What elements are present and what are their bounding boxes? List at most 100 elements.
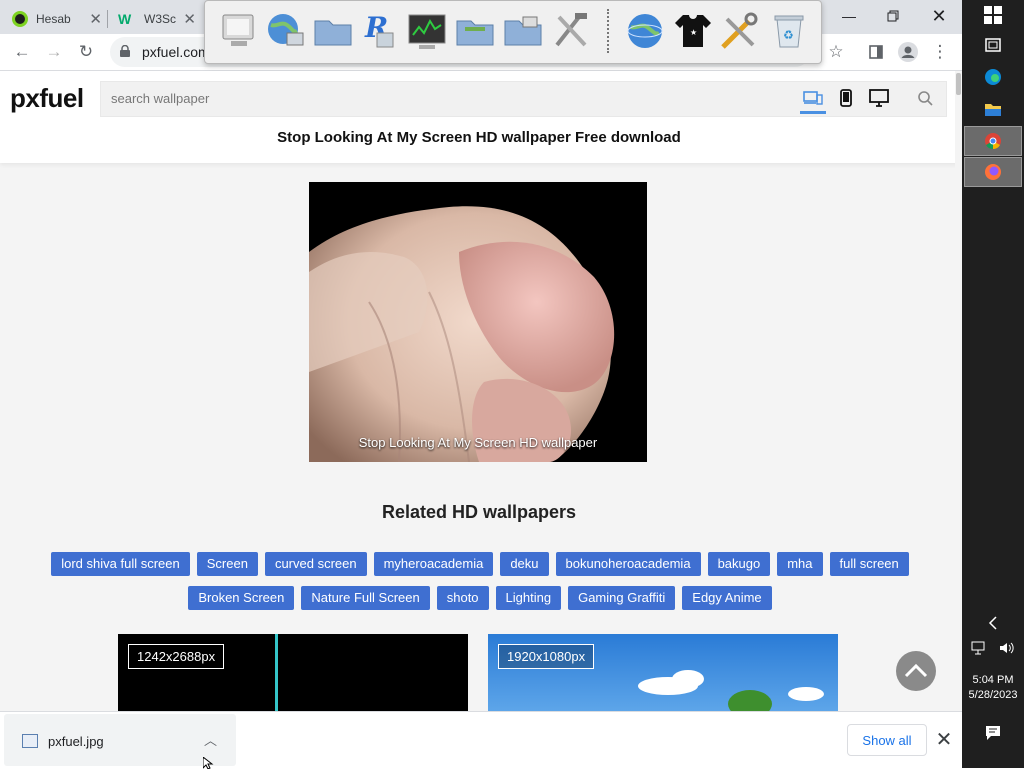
web-page: pxfuel search wallpaper Stop Looking At … [0,71,962,711]
toolbar-separator [607,9,609,53]
hammer-wrench-icon[interactable] [549,9,593,53]
download-file-name: pxfuel.jpg [48,734,104,749]
chrome-menu-button[interactable]: ⋮ [926,34,954,70]
restore-button[interactable] [870,0,916,32]
minimize-button[interactable]: — [826,0,872,32]
pointing-finger-image [309,182,647,462]
download-bar: pxfuel.jpg ︿ Show all ✕ [0,711,962,769]
start-button[interactable] [962,0,1024,30]
tag-link[interactable]: Broken Screen [188,586,295,610]
search-button[interactable] [912,85,938,111]
image-file-icon [22,734,38,748]
reload-button[interactable]: ↻ [72,34,100,70]
tag-link[interactable]: bakugo [707,552,771,576]
multi-device-icon [803,91,823,105]
scrollbar-thumb[interactable] [956,73,961,95]
tag-link[interactable]: shoto [436,586,489,610]
tab-separator [107,10,108,28]
wallpaper-image[interactable]: Stop Looking At My Screen HD wallpaper [309,182,647,462]
tag-link[interactable]: myheroacademia [373,552,494,576]
tag-link[interactable]: lord shiva full screen [51,552,190,576]
close-tab-icon[interactable]: ✕ [183,10,196,28]
pxfuel-logo[interactable]: pxfuel [10,83,84,114]
device-filter-desktop-button[interactable] [866,85,892,111]
download-item[interactable]: pxfuel.jpg ︿ [4,714,236,766]
search-icon [918,91,933,106]
tab-title: Hesab [36,12,71,26]
settings-tools-icon[interactable] [717,9,761,53]
recycle-r-icon[interactable]: R [357,9,401,53]
thumbnail-line-art [275,634,278,711]
page-title: Stop Looking At My Screen HD wallpaper F… [277,129,681,146]
quick-launch-toolbar: R ★ ♻ [204,0,822,64]
close-window-button[interactable]: ✕ [916,0,962,32]
chrome-taskbar-button[interactable] [964,126,1022,156]
edge-taskbar-button[interactable] [962,62,1024,92]
site-header: pxfuel search wallpaper Stop Looking At … [0,71,960,163]
bookmark-star-button[interactable]: ☆ [822,34,850,70]
search-placeholder: search wallpaper [111,91,210,106]
back-button[interactable]: ← [8,34,36,70]
notification-center-button[interactable] [962,718,1024,748]
lock-icon [120,45,130,57]
chevron-up-icon[interactable]: ︿ [204,730,217,749]
internet-globe-icon[interactable] [623,9,667,53]
notification-message-icon [986,726,1000,740]
firefox-taskbar-button[interactable] [964,157,1022,187]
network-globe-icon[interactable] [263,9,307,53]
resolution-badge: 1242x2688px [128,644,225,669]
related-heading: Related HD wallpapers [381,502,577,522]
restore-icon [887,10,899,22]
tag-link[interactable]: mha [777,552,823,576]
scroll-to-top-button[interactable] [896,651,936,691]
recycle-bin-icon[interactable]: ♻ [767,9,811,53]
task-manager-icon[interactable] [405,9,449,53]
network-status-button[interactable] [964,633,994,663]
close-download-bar-button[interactable]: ✕ [930,724,958,754]
folder-icon[interactable] [311,9,355,53]
clock-time: 5:04 PM [972,674,1014,686]
windows-logo-icon [984,6,1002,24]
tag-link[interactable]: Lighting [495,586,562,610]
file-explorer-taskbar-button[interactable] [962,94,1024,124]
tab-w3schools[interactable]: W W3Sc ✕ [118,4,196,34]
system-clock[interactable]: 5:04 PM 5/28/2023 [962,673,1024,703]
side-panel-button[interactable] [862,34,890,70]
wallpaper-thumbnail[interactable]: 1242x2688px [118,634,468,711]
speaker-volume-icon [1000,642,1014,654]
tag-link[interactable]: Edgy Anime [682,586,772,610]
network-icon [971,641,985,655]
tag-link[interactable]: Nature Full Screen [301,586,430,610]
forward-button[interactable]: → [40,34,68,70]
svg-text:★: ★ [690,28,697,37]
related-tags: lord shiva full screen Screen curved scr… [6,552,954,610]
close-tab-icon[interactable]: ✕ [89,10,102,28]
edge-browser-icon [985,69,1001,85]
tag-link[interactable]: Gaming Graffiti [568,586,676,610]
tag-link[interactable]: deku [500,552,549,576]
computer-icon[interactable] [217,9,261,53]
documents-folder-icon[interactable] [453,9,497,53]
chevron-up-icon [904,664,928,678]
tshirt-icon[interactable]: ★ [671,9,715,53]
tag-link[interactable]: full screen [829,552,909,576]
show-all-button[interactable]: Show all [847,724,927,756]
chevron-left-icon [988,616,997,630]
tag-link[interactable]: curved screen [264,552,367,576]
chrome-browser-icon [985,133,1001,150]
tab-hesab[interactable]: Hesab ✕ [12,4,102,34]
tag-link[interactable]: bokunoheroacademia [555,552,701,576]
url-text: pxfuel.com [142,44,210,60]
tag-link[interactable]: Screen [196,552,258,576]
volume-button[interactable] [992,633,1022,663]
device-filter-mobile-button[interactable] [833,85,859,111]
device-filter-all-button[interactable] [800,85,826,114]
windows-taskbar: 5:04 PM 5/28/2023 [962,0,1024,768]
profile-button[interactable] [894,34,922,70]
file-explorer-icon [985,104,1001,116]
task-view-icon [985,38,1001,52]
task-view-button[interactable] [962,30,1024,60]
page-scrollbar[interactable] [955,71,962,711]
tools-folder-icon[interactable] [501,9,545,53]
wallpaper-thumbnail[interactable]: 1920x1080px [488,634,838,711]
